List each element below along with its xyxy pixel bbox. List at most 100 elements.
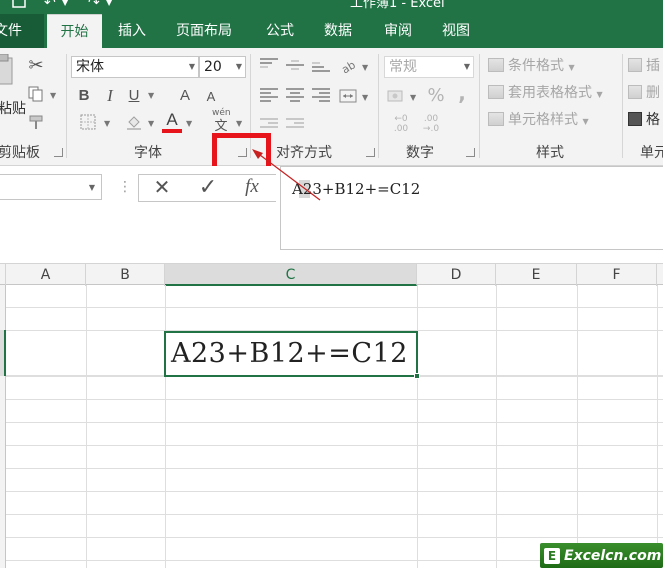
comma-style-button[interactable]: , [454,82,470,104]
number-format-combo[interactable]: 常规 ▼ [384,56,474,78]
borders-dropdown-icon[interactable]: ▼ [104,120,110,128]
conditional-formatting-button[interactable]: 条件格式 ▼ [488,56,575,76]
decrease-decimal-button[interactable]: .00 →.0 [418,114,444,134]
number-group-label: 数字 [406,145,434,161]
column-header-e[interactable]: E [496,264,577,286]
undo-icon[interactable]: ↶ [44,0,56,12]
chevron-down-icon[interactable]: ▼ [89,183,95,192]
cancel-button[interactable]: ✕ [142,175,182,199]
font-color-button[interactable]: A [163,110,181,128]
underline-dropdown-icon[interactable]: ▼ [148,92,154,100]
grow-font-button[interactable]: A [176,86,194,104]
format-as-table-icon [488,85,504,99]
column-header-b[interactable]: B [86,264,165,286]
font-group-label: 字体 [134,145,162,161]
title-bar: ↶ ▼ ↷ ▼ 工作簿1 - Excel [0,0,663,14]
font-size-combo[interactable]: 20 ▼ [199,56,246,78]
tab-data[interactable]: 数据 [324,14,352,48]
underline-button[interactable]: U [126,86,142,104]
window-title: 工作簿1 - Excel [350,0,445,11]
paste-label[interactable]: 粘贴 [0,98,26,118]
column-header-d[interactable]: D [417,264,496,286]
styles-group-label: 样式 [536,145,564,161]
paste-icon[interactable] [0,54,14,88]
phonetic-guide-icon[interactable]: 文 [210,118,232,134]
gridline [417,285,418,568]
format-as-table-label: 套用表格格式 [508,85,592,101]
column-header-c[interactable]: C [165,264,417,286]
chevron-down-icon[interactable]: ▼ [189,57,195,77]
undo-dropdown-icon[interactable]: ▼ [62,0,68,12]
tab-page-layout[interactable]: 页面布局 [176,14,232,48]
tab-home[interactable]: 开始 [47,14,102,48]
fill-handle[interactable] [414,373,420,379]
fill-color-dropdown-icon[interactable]: ▼ [148,120,154,128]
delete-cells-button[interactable]: 删 [628,83,660,103]
accounting-dropdown-icon[interactable]: ▼ [410,94,416,102]
cut-icon[interactable]: ✂ [26,56,46,76]
gridline [657,285,658,568]
orientation-icon[interactable]: ab [338,56,358,76]
chevron-down-icon[interactable]: ▼ [236,57,242,77]
watermark-text: Excelcn.com [564,547,662,564]
insert-cells-button[interactable]: 插 [628,56,660,76]
tab-insert[interactable]: 插入 [118,14,146,48]
chevron-down-icon[interactable]: ▼ [464,57,470,77]
alignment-dialog-launcher-icon[interactable] [366,148,375,157]
percent-button[interactable]: % [426,86,446,106]
format-cells-label: 格 [646,112,660,128]
merge-center-icon[interactable] [338,86,358,106]
increase-decimal-button[interactable]: ←0.00 [388,114,414,134]
enter-button[interactable]: ✓ [188,175,228,200]
clipboard-group-label: 剪贴板 [0,145,40,161]
save-icon[interactable] [12,0,26,12]
row-header-selected[interactable] [0,330,6,376]
group-separator [622,54,623,158]
cell-grid[interactable] [6,285,663,568]
format-cells-icon [628,112,642,126]
clipboard-dialog-launcher-icon[interactable] [54,148,63,157]
redo-icon[interactable]: ↷ [88,0,100,12]
middle-align-icon[interactable] [286,60,304,74]
tab-view[interactable]: 视图 [442,14,470,48]
align-center-icon[interactable] [286,88,304,102]
merge-dropdown-icon[interactable]: ▼ [362,94,368,102]
number-format-value: 常规 [389,59,417,75]
accounting-format-icon[interactable] [386,86,408,106]
name-box[interactable]: ▼ [0,174,102,200]
number-dialog-launcher-icon[interactable] [466,148,475,157]
cell-styles-button[interactable]: 单元格样式 ▼ [488,110,589,130]
format-painter-icon[interactable] [26,112,46,132]
column-header-f[interactable]: F [577,264,657,286]
redo-dropdown-icon[interactable]: ▼ [106,0,112,12]
column-header-a[interactable]: A [6,264,86,286]
align-left-icon[interactable] [260,88,278,102]
bottom-align-icon[interactable] [312,62,330,76]
copy-icon[interactable] [26,84,46,104]
shrink-font-button[interactable]: A [202,88,220,104]
font-color-dropdown-icon[interactable]: ▼ [186,120,192,128]
font-name-combo[interactable]: 宋体 ▼ [71,56,199,78]
orientation-dropdown-icon[interactable]: ▼ [362,64,368,72]
align-right-icon[interactable] [312,88,330,102]
column-headers: A B C D E F [0,263,663,286]
tab-review[interactable]: 审阅 [384,14,412,48]
formula-input[interactable] [280,166,663,250]
gridline [165,285,166,568]
tab-file[interactable]: 文件 [0,14,44,48]
decrease-indent-icon[interactable] [260,118,278,132]
italic-button[interactable]: I [102,86,118,104]
copy-dropdown-icon[interactable]: ▼ [50,92,56,100]
fill-color-icon[interactable] [124,112,144,132]
format-as-table-button[interactable]: 套用表格格式 ▼ [488,83,603,103]
phonetic-dropdown-icon[interactable]: ▼ [236,120,242,128]
format-cells-button[interactable]: 格 [628,110,660,130]
formula-bar-grip-icon[interactable]: ⋮ [118,179,132,195]
increase-indent-icon[interactable] [286,118,304,132]
tab-formulas[interactable]: 公式 [266,14,294,48]
phonetic-guide-label[interactable]: wén [212,108,231,118]
borders-icon[interactable] [78,112,98,132]
top-align-icon[interactable] [260,58,278,72]
bold-button[interactable]: B [76,86,92,104]
row-headers[interactable] [0,285,6,568]
